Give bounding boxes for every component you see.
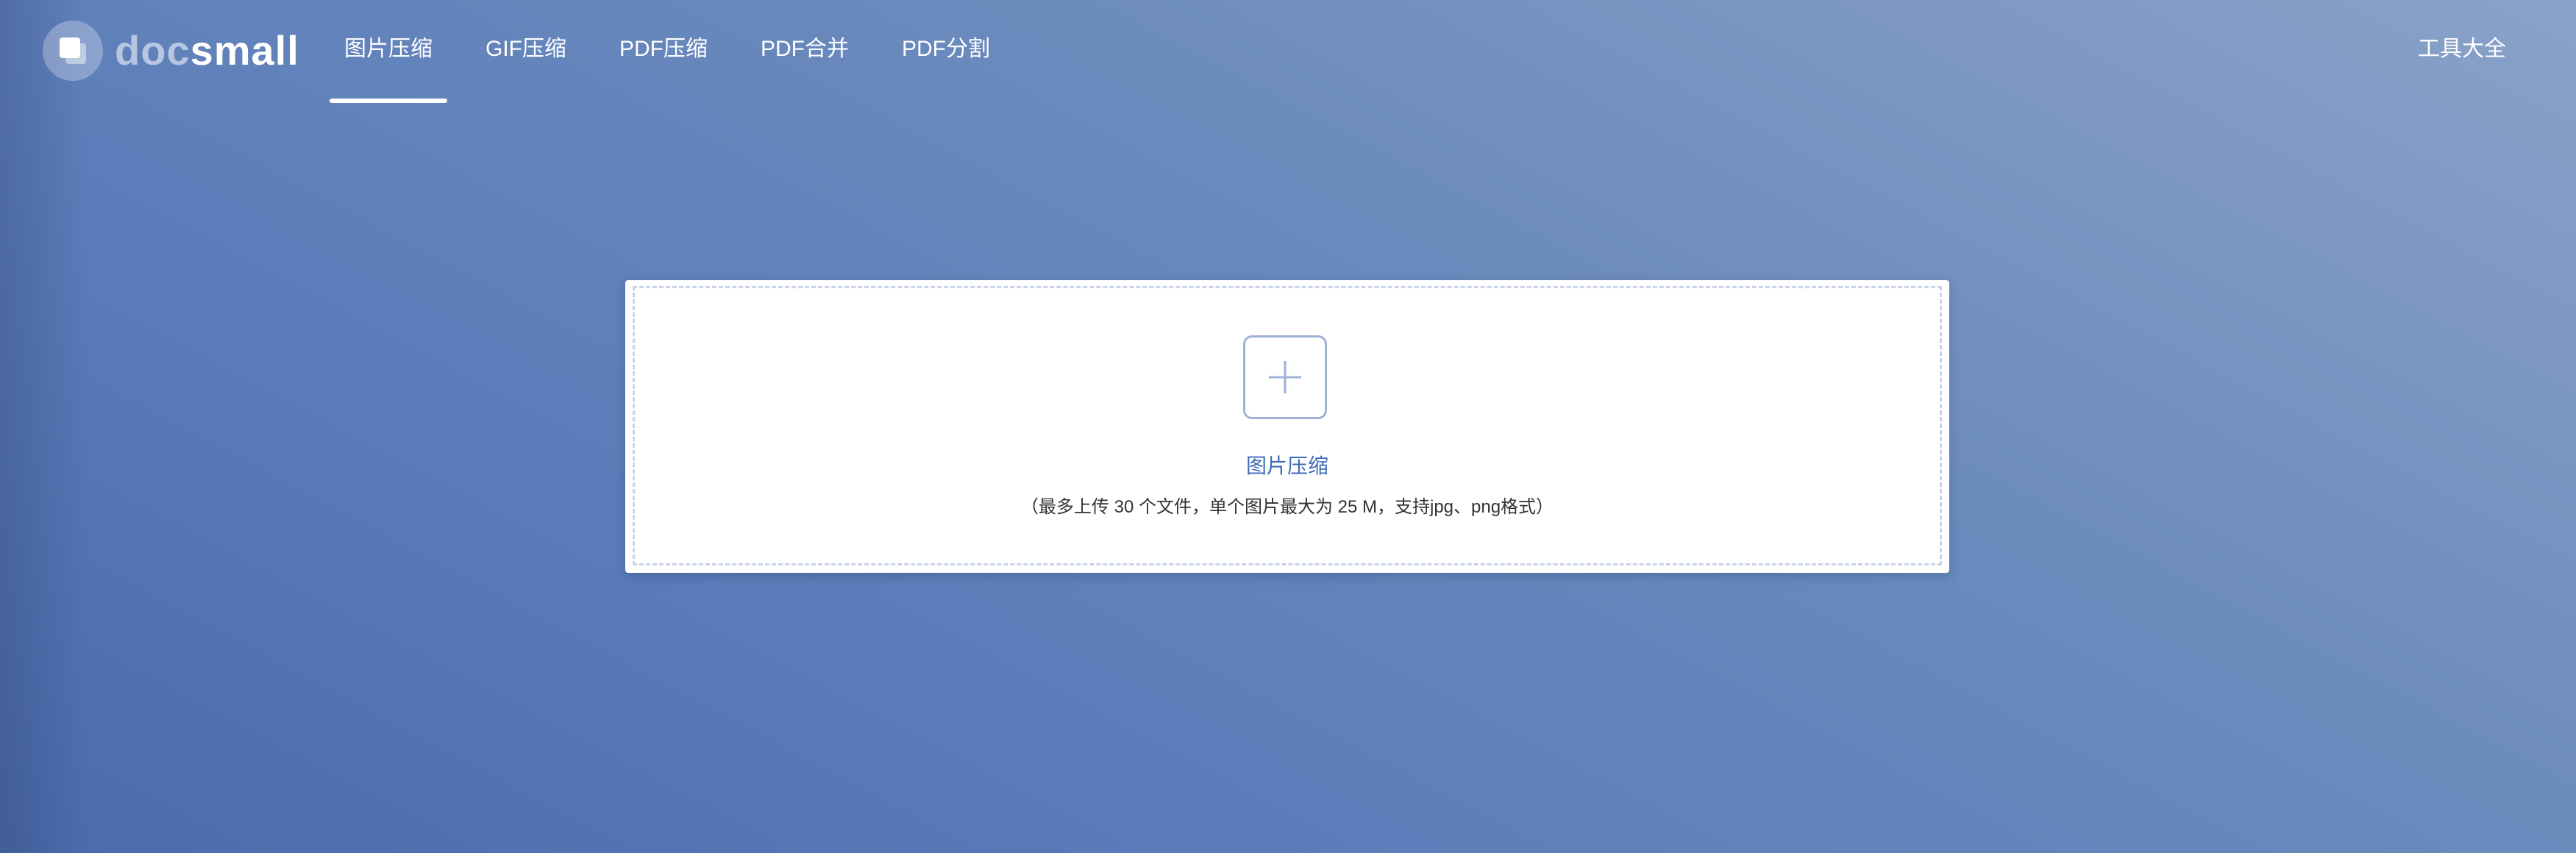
- plus-icon: [1269, 361, 1301, 393]
- upload-title: 图片压缩: [1245, 454, 1328, 477]
- upload-add-button[interactable]: [1243, 335, 1327, 419]
- nav-tab-pdf-split[interactable]: PDF分割: [887, 0, 1005, 103]
- nav-tab-gif-compress[interactable]: GIF压缩: [471, 0, 581, 103]
- upload-card: 图片压缩 （最多上传 30 个文件，单个图片最大为 25 M，支持jpg、png…: [625, 280, 1949, 573]
- nav-tab-pdf-compress[interactable]: PDF压缩: [605, 0, 722, 103]
- logo-wordmark: docsmall: [115, 21, 299, 81]
- background-shade: [0, 0, 88, 853]
- logo-icon: [43, 21, 103, 81]
- upload-hint: （最多上传 30 个文件，单个图片最大为 25 M，支持jpg、png格式）: [1020, 497, 1554, 517]
- tools-link[interactable]: 工具大全: [2418, 0, 2506, 103]
- logo[interactable]: docsmall: [43, 21, 299, 81]
- top-header: docsmall 图片压缩 GIF压缩 PDF压缩 PDF合并 PDF分割 工具…: [0, 0, 2576, 103]
- nav-tab-pdf-merge[interactable]: PDF合并: [746, 0, 864, 103]
- logo-text-small: small: [190, 27, 299, 74]
- main-nav: 图片压缩 GIF压缩 PDF压缩 PDF合并 PDF分割: [330, 0, 1028, 103]
- nav-tab-image-compress[interactable]: 图片压缩: [330, 0, 447, 103]
- upload-dropzone[interactable]: 图片压缩 （最多上传 30 个文件，单个图片最大为 25 M，支持jpg、png…: [633, 286, 1942, 565]
- logo-text-doc: doc: [115, 27, 191, 74]
